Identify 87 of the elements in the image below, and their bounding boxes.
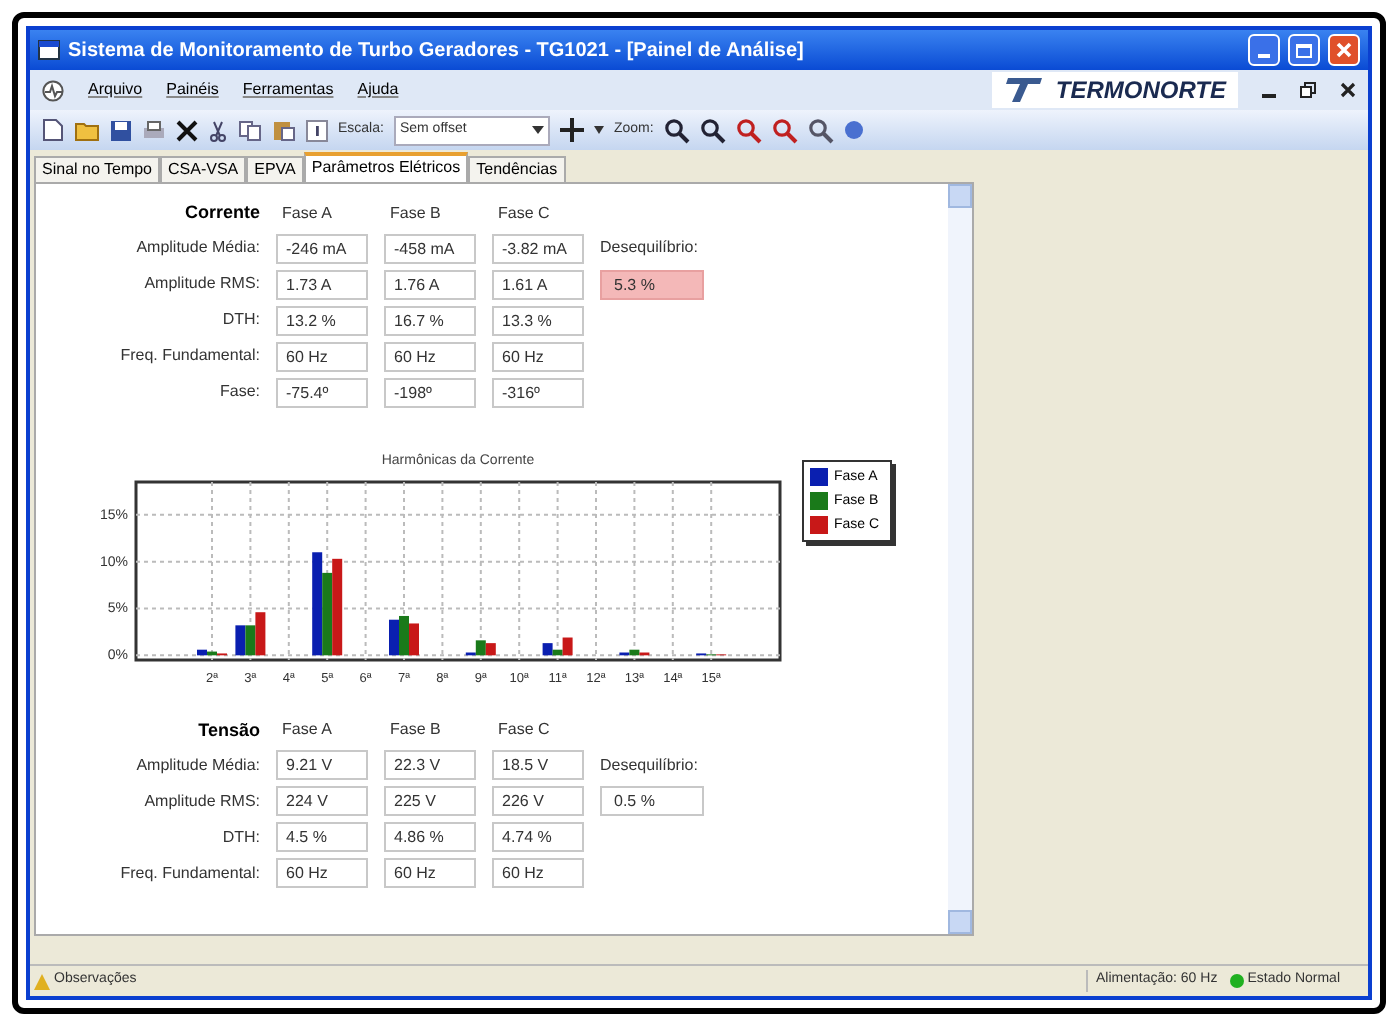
value-field: 4.74 %: [492, 822, 584, 852]
row-label: Amplitude RMS:: [142, 789, 260, 813]
imbalance-field: 0.5 %: [600, 786, 704, 816]
column-header: Fase A: [280, 201, 334, 226]
zoom-reset-icon[interactable]: [807, 117, 834, 143]
logo-mark-icon: [1003, 76, 1044, 104]
value-field: -458 mA: [384, 233, 476, 263]
row-label: Amplitude Média:: [134, 753, 260, 777]
close-icon: [1336, 42, 1352, 58]
company-logo: TERMONORTE: [991, 72, 1238, 108]
value-field: 16.7 %: [384, 305, 476, 335]
value-field: 1.61 A: [492, 269, 584, 299]
column-header: Fase C: [496, 201, 552, 226]
value-field: -246 mA: [276, 233, 368, 263]
menu-item[interactable]: Painéis: [166, 78, 219, 102]
imbalance-label: Desequilíbrio:: [600, 236, 700, 260]
value-field: 13.3 %: [492, 305, 584, 335]
value-field: 4.5 %: [276, 822, 368, 852]
value-field: 18.5 V: [492, 750, 584, 780]
value-field: 60 Hz: [492, 858, 584, 888]
zoom-in-icon[interactable]: [663, 117, 690, 143]
save-icon[interactable]: [110, 119, 132, 141]
value-field: 1.73 A: [276, 269, 368, 299]
close-icon[interactable]: [1340, 82, 1356, 98]
value-field: -316º: [492, 377, 584, 407]
scrollbar[interactable]: [948, 184, 972, 934]
value-field: 9.21 V: [276, 750, 368, 780]
value-field: 60 Hz: [384, 341, 476, 371]
tab[interactable]: Parâmetros Elétricos: [303, 152, 469, 182]
value-field: 22.3 V: [384, 750, 476, 780]
value-field: 60 Hz: [384, 858, 476, 888]
zoom-area-icon[interactable]: [735, 117, 762, 143]
row-label: Amplitude Média:: [134, 236, 260, 260]
value-field: 226 V: [492, 786, 584, 816]
tab[interactable]: CSA-VSA: [160, 156, 247, 182]
folder-icon[interactable]: [74, 119, 100, 141]
tab[interactable]: Tendências: [468, 156, 566, 182]
tab[interactable]: Sinal no Tempo: [34, 156, 160, 182]
row-label: Freq. Fundamental:: [118, 344, 260, 368]
minimize-button[interactable]: [1248, 34, 1280, 66]
value-field: 60 Hz: [276, 341, 368, 371]
caret-icon[interactable]: [593, 126, 604, 134]
print-icon[interactable]: [142, 119, 166, 141]
row-label: DTH:: [220, 825, 260, 849]
row-label: DTH:: [220, 308, 260, 332]
paste-icon[interactable]: [272, 118, 296, 142]
menu-item[interactable]: Ferramentas: [242, 78, 334, 102]
imbalance-field: 5.3 %: [600, 269, 704, 299]
info-icon[interactable]: [306, 119, 328, 141]
plus-icon[interactable]: [559, 118, 584, 142]
window-title: Sistema de Monitoramento de Turbo Geradores - TG1021 - [Painel de Análise]: [68, 37, 806, 65]
value-field: 224 V: [276, 786, 368, 816]
section-title: Corrente: [182, 200, 260, 226]
value-field: 60 Hz: [276, 858, 368, 888]
section-title: Tensão: [196, 717, 260, 743]
delete-icon[interactable]: [176, 119, 198, 141]
imbalance-label: Desequilíbrio:: [600, 753, 700, 777]
column-header: Fase C: [496, 718, 552, 743]
value-field: -198º: [384, 377, 476, 407]
row-label: Fase:: [217, 380, 260, 404]
column-header: Fase B: [388, 201, 443, 226]
value-field: 13.2 %: [276, 305, 368, 335]
row-label: Freq. Fundamental:: [118, 861, 260, 885]
menu-item[interactable]: Ajuda: [357, 78, 399, 102]
value-field: -75.4º: [276, 377, 368, 407]
maximize-button[interactable]: [1288, 34, 1320, 66]
caret-icon: [531, 126, 544, 134]
row-label: Amplitude RMS:: [142, 272, 260, 296]
copy-icon[interactable]: [238, 119, 262, 141]
zoom-out-icon[interactable]: [699, 117, 726, 143]
column-header: Fase B: [388, 718, 443, 743]
zoom-fit-icon[interactable]: [771, 117, 798, 143]
value-field: 60 Hz: [492, 341, 584, 371]
tab[interactable]: EPVA: [246, 156, 304, 182]
column-header: Fase A: [280, 718, 334, 743]
new-file-icon[interactable]: [42, 118, 64, 142]
value-field: -3.82 mA: [492, 233, 584, 263]
warning-icon: [34, 973, 50, 989]
close-button[interactable]: [1328, 34, 1360, 66]
cut-icon[interactable]: [208, 119, 228, 141]
value-field: 4.86 %: [384, 822, 476, 852]
pulse-icon[interactable]: [42, 79, 64, 101]
menu-item[interactable]: Arquivo: [88, 78, 143, 102]
value-field: 1.76 A: [384, 269, 476, 299]
restore-icon[interactable]: [1300, 82, 1316, 98]
app-icon: [38, 40, 60, 60]
value-field: 225 V: [384, 786, 476, 816]
